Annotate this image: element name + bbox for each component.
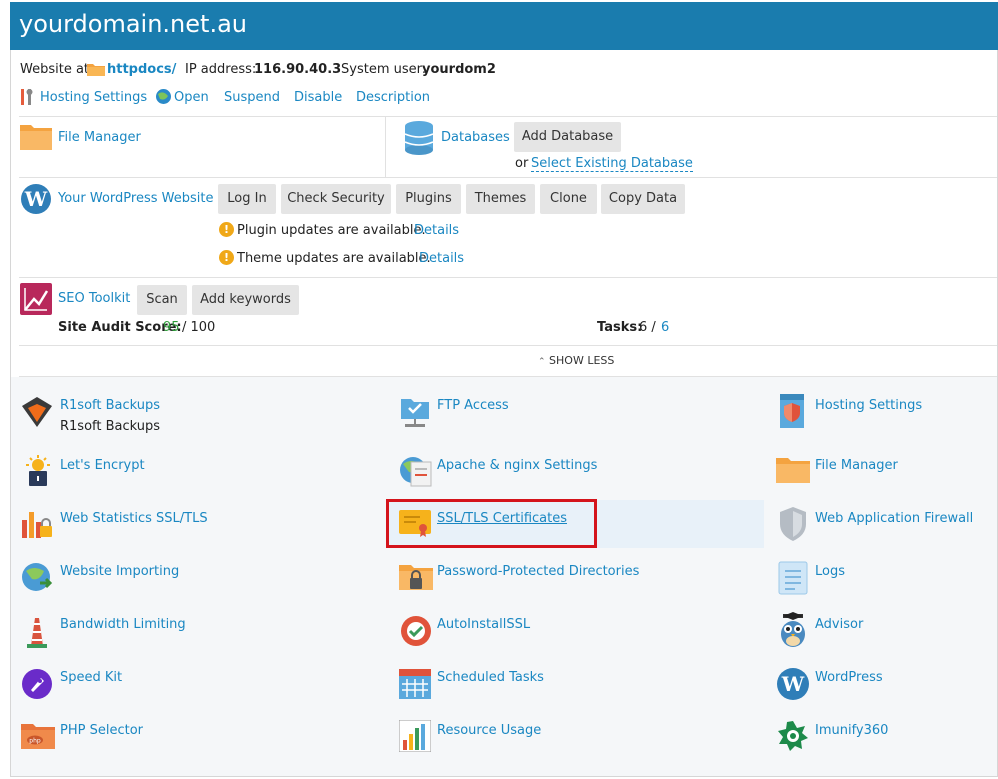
add-keywords-button[interactable]: Add keywords	[192, 285, 299, 315]
folder-icon	[20, 122, 52, 154]
databases-link[interactable]: Databases	[441, 130, 510, 145]
globe-icon	[155, 88, 172, 109]
resource-usage-link[interactable]: Resource Usage	[437, 723, 541, 738]
file-manager-link[interactable]: File Manager	[58, 130, 141, 145]
r1soft-backups-link[interactable]: R1soft Backups	[60, 398, 160, 413]
autoinstallssl-link[interactable]: AutoInstallSSL	[437, 617, 530, 632]
plugin-updates-notice: Plugin updates are available.	[237, 223, 426, 238]
chevron-up-icon: ⌃	[538, 357, 546, 367]
svg-text:W: W	[24, 187, 48, 211]
theme-updates-notice: Theme updates are available.	[237, 251, 431, 266]
add-database-button[interactable]: Add Database	[514, 122, 621, 152]
ftp-access-link[interactable]: FTP Access	[437, 398, 509, 413]
apache-icon	[399, 454, 433, 492]
bandwidth-limiting-link[interactable]: Bandwidth Limiting	[60, 617, 186, 632]
protected-folder-icon	[399, 561, 433, 597]
system-user-value: yourdom2	[422, 62, 496, 77]
hosting-settings-icon	[776, 394, 808, 432]
website-importing-link[interactable]: Website Importing	[60, 564, 179, 579]
or-text: or	[515, 156, 529, 171]
scheduled-tasks-link[interactable]: Scheduled Tasks	[437, 670, 544, 685]
speed-kit-icon	[21, 668, 53, 704]
wordpress-icon: W	[20, 183, 52, 219]
website-at-label: Website at	[20, 62, 90, 77]
lets-encrypt-link[interactable]: Let's Encrypt	[60, 458, 145, 473]
hosting-settings-link[interactable]: Hosting Settings	[40, 90, 147, 105]
r1soft-icon	[21, 396, 53, 432]
svg-text:W: W	[781, 672, 805, 696]
bandwidth-icon	[21, 614, 53, 652]
apache-nginx-link[interactable]: Apache & nginx Settings	[437, 458, 597, 473]
ftp-icon	[399, 395, 431, 433]
suspend-link[interactable]: Suspend	[224, 90, 280, 105]
svg-text:php: php	[29, 738, 41, 745]
tools-icon	[19, 89, 37, 109]
wordpress-website-link[interactable]: Your WordPress Website	[58, 191, 213, 206]
select-existing-database-link[interactable]: Select Existing Database	[531, 156, 693, 172]
website-importing-icon	[20, 561, 54, 599]
tasks-total-link[interactable]: 6	[661, 320, 669, 335]
ip-label: IP address:	[185, 62, 257, 77]
wp-themes-button[interactable]: Themes	[466, 184, 535, 214]
wp-login-button[interactable]: Log In	[218, 184, 276, 214]
resource-usage-icon	[398, 719, 432, 756]
divider	[19, 345, 997, 346]
theme-details-link[interactable]: Details	[419, 251, 464, 266]
seo-toolkit-icon	[20, 283, 52, 319]
description-link[interactable]: Description	[356, 90, 430, 105]
imunify360-link[interactable]: Imunify360	[815, 723, 888, 738]
web-statistics-link[interactable]: Web Statistics SSL/TLS	[60, 511, 208, 526]
docroot-link[interactable]: httpdocs/	[107, 62, 176, 77]
r1soft-backups-sub: R1soft Backups	[60, 419, 161, 434]
wp-check-security-button[interactable]: Check Security	[281, 184, 391, 214]
password-protected-directories-link[interactable]: Password-Protected Directories	[437, 564, 639, 579]
web-statistics-icon	[20, 508, 54, 546]
php-selector-link[interactable]: PHP Selector	[60, 723, 143, 738]
folder-icon	[87, 62, 105, 80]
wordpress-icon: W	[776, 667, 810, 705]
speed-kit-link[interactable]: Speed Kit	[60, 670, 122, 685]
open-link[interactable]: Open	[174, 90, 209, 105]
page-title: yourdomain.net.au	[10, 2, 998, 50]
wp-clone-button[interactable]: Clone	[540, 184, 597, 214]
scan-button[interactable]: Scan	[137, 285, 187, 315]
tasks-label: Tasks:	[597, 320, 643, 335]
web-application-firewall-link[interactable]: Web Application Firewall	[815, 511, 973, 526]
divider	[385, 117, 386, 177]
disable-link[interactable]: Disable	[294, 90, 342, 105]
calendar-icon	[399, 667, 431, 703]
wordpress-tool-link[interactable]: WordPress	[815, 670, 883, 685]
advisor-link[interactable]: Advisor	[815, 617, 863, 632]
folder-icon	[776, 454, 810, 488]
show-less-toggle[interactable]: ⌃ SHOW LESS	[538, 354, 614, 367]
wp-copy-data-button[interactable]: Copy Data	[601, 184, 685, 214]
show-less-label: SHOW LESS	[549, 354, 615, 367]
shield-icon	[778, 506, 808, 546]
wp-plugins-button[interactable]: Plugins	[396, 184, 461, 214]
system-user-label: System user:	[341, 62, 427, 77]
file-manager-tool-link[interactable]: File Manager	[815, 458, 898, 473]
warning-icon: !	[219, 250, 234, 265]
seo-toolkit-link[interactable]: SEO Toolkit	[58, 291, 130, 306]
hosting-settings-tool-link[interactable]: Hosting Settings	[815, 398, 922, 413]
logs-icon	[778, 561, 808, 599]
plugin-details-link[interactable]: Details	[414, 223, 459, 238]
autoinstallssl-icon	[399, 614, 433, 652]
divider	[19, 116, 997, 117]
lets-encrypt-icon	[21, 455, 55, 493]
php-selector-icon: php	[21, 720, 55, 754]
warning-icon: !	[219, 222, 234, 237]
imunify-icon	[777, 720, 809, 756]
site-audit-total: / 100	[182, 320, 216, 335]
tasks-done: 6 /	[639, 320, 656, 335]
highlight-box	[386, 499, 597, 548]
divider	[19, 277, 997, 278]
owl-icon	[778, 612, 808, 652]
ip-value: 116.90.40.3	[254, 62, 342, 77]
site-audit-score: 95	[163, 320, 180, 335]
divider	[19, 177, 997, 178]
logs-link[interactable]: Logs	[815, 564, 845, 579]
database-icon	[403, 121, 435, 159]
